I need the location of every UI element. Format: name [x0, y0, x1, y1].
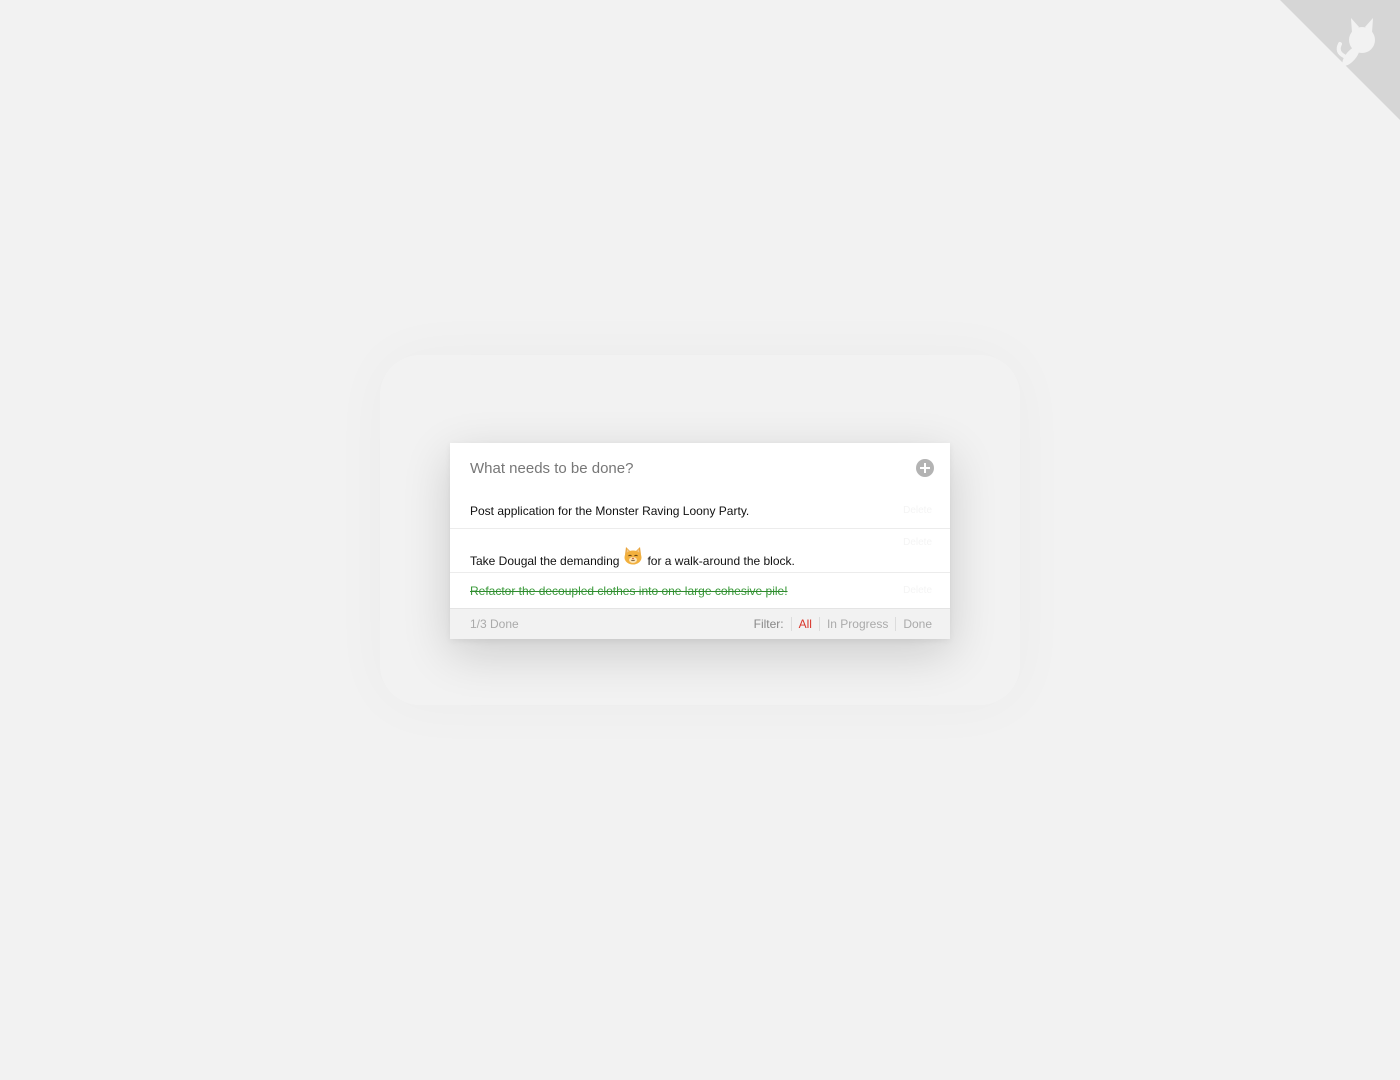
new-todo-bar	[450, 443, 950, 493]
add-todo-button[interactable]	[916, 459, 934, 477]
todo-item-done: Refactor the decoupled clothes into one …	[450, 573, 950, 608]
todo-item-text[interactable]: Take Dougal the demanding for a walk-aro…	[470, 547, 795, 571]
todo-text-after: for a walk-around the block.	[647, 554, 795, 569]
todo-item-text[interactable]: Refactor the decoupled clothes into one …	[470, 584, 788, 598]
filter-bar: Filter: All In Progress Done	[754, 617, 932, 631]
delete-todo-button[interactable]: Delete	[903, 537, 932, 548]
new-todo-input[interactable]	[470, 457, 890, 479]
filter-done[interactable]: Done	[895, 617, 932, 631]
filter-all[interactable]: All	[790, 617, 819, 631]
github-corner-link[interactable]	[1280, 0, 1400, 120]
todo-text-before: Take Dougal the demanding	[470, 554, 620, 569]
filter-label: Filter:	[753, 617, 784, 631]
todo-list: Post application for the Monster Raving …	[450, 493, 950, 608]
todo-item: Take Dougal the demanding for a walk-aro…	[450, 529, 950, 573]
todo-card: Post application for the Monster Raving …	[450, 443, 950, 639]
cat-face-icon	[624, 547, 642, 565]
filter-in-progress[interactable]: In Progress	[818, 617, 895, 631]
todo-footer: 1/3 Done Filter: All In Progress Done	[450, 608, 950, 639]
github-octocat-icon	[1280, 0, 1400, 120]
delete-todo-button[interactable]: Delete	[903, 505, 932, 516]
todo-item-text[interactable]: Post application for the Monster Raving …	[470, 504, 749, 518]
todo-item: Post application for the Monster Raving …	[450, 493, 950, 529]
done-count: 1/3 Done	[470, 617, 519, 631]
delete-todo-button[interactable]: Delete	[903, 585, 932, 596]
